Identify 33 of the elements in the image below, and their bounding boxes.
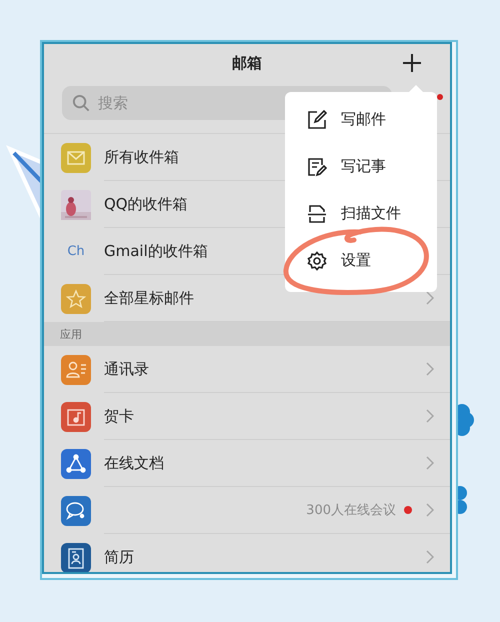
app-label: 贺卡 — [104, 406, 134, 426]
chevron-icon — [426, 362, 434, 376]
scan-icon — [307, 204, 327, 224]
app-item[interactable]: 简历 — [44, 534, 450, 572]
app-label: 通讯录 — [104, 360, 149, 378]
settings-icon — [307, 250, 327, 270]
chevron-icon — [426, 456, 434, 470]
app-label: 在线文档 — [104, 454, 164, 472]
chevron-icon — [426, 503, 434, 517]
mailbox-label: 全部星标邮件 — [104, 288, 194, 308]
flower-drawing — [457, 485, 467, 515]
chevron-icon — [426, 291, 434, 305]
search-icon — [72, 94, 91, 113]
chevron-icon — [426, 409, 434, 423]
mailbox-label: Gmail的收件箱 — [104, 242, 208, 260]
envelope-icon — [61, 142, 91, 172]
meeting-note: 300人在线会议 — [306, 502, 396, 519]
mailbox-label: QQ的收件箱 — [104, 194, 188, 214]
section-title: 应用 — [60, 326, 82, 342]
app-label: 简历 — [104, 548, 134, 566]
note-icon — [307, 156, 327, 176]
menu-item[interactable]: 扫描文件 — [285, 190, 437, 237]
chevron-icon — [426, 550, 434, 564]
menu-item[interactable]: 写记事 — [285, 143, 437, 190]
mailbox-initials: Ch — [67, 244, 85, 259]
screen-title: 邮箱 — [232, 54, 262, 72]
mailbox-label: 所有收件箱 — [104, 148, 179, 166]
app-item[interactable]: 在线文档 — [44, 440, 450, 487]
menu-item[interactable]: 设置 — [285, 237, 437, 284]
edit-icon — [307, 110, 327, 130]
app-item[interactable]: 贺卡 — [44, 393, 450, 440]
app-item[interactable]: 通讯录 — [44, 346, 450, 393]
add-icon[interactable] — [402, 53, 422, 73]
